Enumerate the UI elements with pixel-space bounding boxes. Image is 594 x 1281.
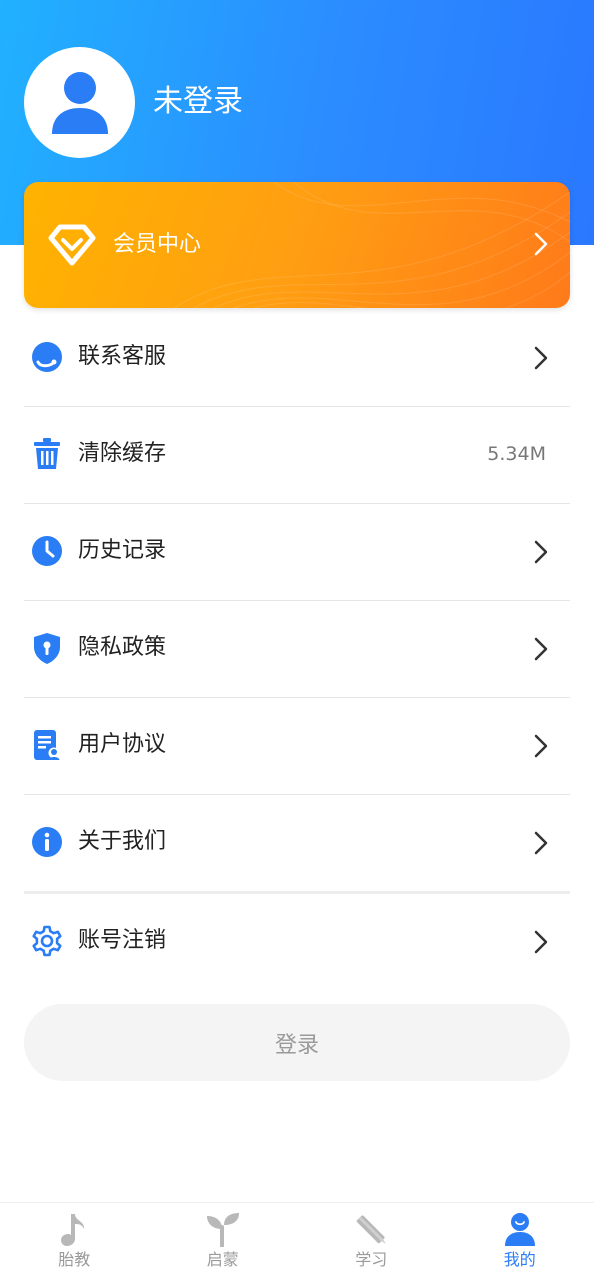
menu-item-label: 历史记录	[78, 536, 166, 566]
menu-item-privacy-policy[interactable]: 隐私政策	[24, 601, 570, 698]
document-icon	[30, 728, 64, 762]
menu-item-clear-cache[interactable]: 清除缓存 5.34M	[24, 407, 570, 504]
menu-item-label: 隐私政策	[78, 633, 166, 663]
user-icon	[503, 1211, 537, 1247]
sprout-icon	[205, 1211, 241, 1247]
tab-prenatal[interactable]: 胎教	[0, 1203, 149, 1281]
tab-label: 胎教	[58, 1250, 90, 1270]
clock-icon	[30, 534, 64, 568]
chevron-right-icon	[534, 831, 548, 855]
tab-label: 学习	[355, 1250, 387, 1270]
cache-size-value: 5.34M	[487, 441, 546, 467]
menu-item-label: 联系客服	[78, 342, 166, 372]
menu-item-about-us[interactable]: 关于我们	[24, 795, 570, 894]
settings-menu: 联系客服 清除缓存 5.34M 历史记录 隐	[24, 310, 570, 990]
pencil-ruler-icon	[353, 1211, 389, 1247]
user-avatar-icon	[50, 70, 110, 136]
menu-item-label: 用户协议	[78, 730, 166, 760]
bottom-tab-bar: 胎教 启蒙 学习 我的	[0, 1202, 594, 1281]
chevron-right-icon	[534, 346, 548, 370]
trash-icon	[30, 437, 64, 471]
tab-study[interactable]: 学习	[297, 1203, 446, 1281]
menu-item-customer-service[interactable]: 联系客服	[24, 310, 570, 407]
chevron-right-icon	[534, 232, 548, 256]
avatar[interactable]	[24, 47, 135, 158]
headset-icon	[30, 340, 64, 374]
chevron-right-icon	[534, 734, 548, 758]
tab-label: 启蒙	[207, 1250, 239, 1270]
tab-enlightenment[interactable]: 启蒙	[149, 1203, 298, 1281]
menu-item-label: 账号注销	[78, 926, 166, 956]
shield-icon	[30, 631, 64, 665]
menu-item-user-agreement[interactable]: 用户协议	[24, 698, 570, 795]
login-button[interactable]: 登录	[24, 1004, 570, 1081]
gear-icon	[30, 924, 64, 958]
chevron-right-icon	[534, 540, 548, 564]
tab-label: 我的	[504, 1250, 536, 1270]
tab-mine[interactable]: 我的	[446, 1203, 594, 1281]
chevron-right-icon	[534, 930, 548, 954]
vip-center-card[interactable]: 会员中心	[24, 182, 570, 308]
music-note-icon	[57, 1211, 91, 1247]
vip-card-pattern	[24, 182, 570, 308]
diamond-icon	[48, 223, 96, 267]
vip-center-label: 会员中心	[113, 230, 201, 260]
menu-item-history[interactable]: 历史记录	[24, 504, 570, 601]
menu-item-account-deletion[interactable]: 账号注销	[24, 894, 570, 990]
username-label[interactable]: 未登录	[153, 82, 243, 122]
chevron-right-icon	[534, 637, 548, 661]
info-icon	[30, 825, 64, 859]
menu-item-label: 关于我们	[78, 827, 166, 857]
menu-item-label: 清除缓存	[78, 439, 166, 469]
